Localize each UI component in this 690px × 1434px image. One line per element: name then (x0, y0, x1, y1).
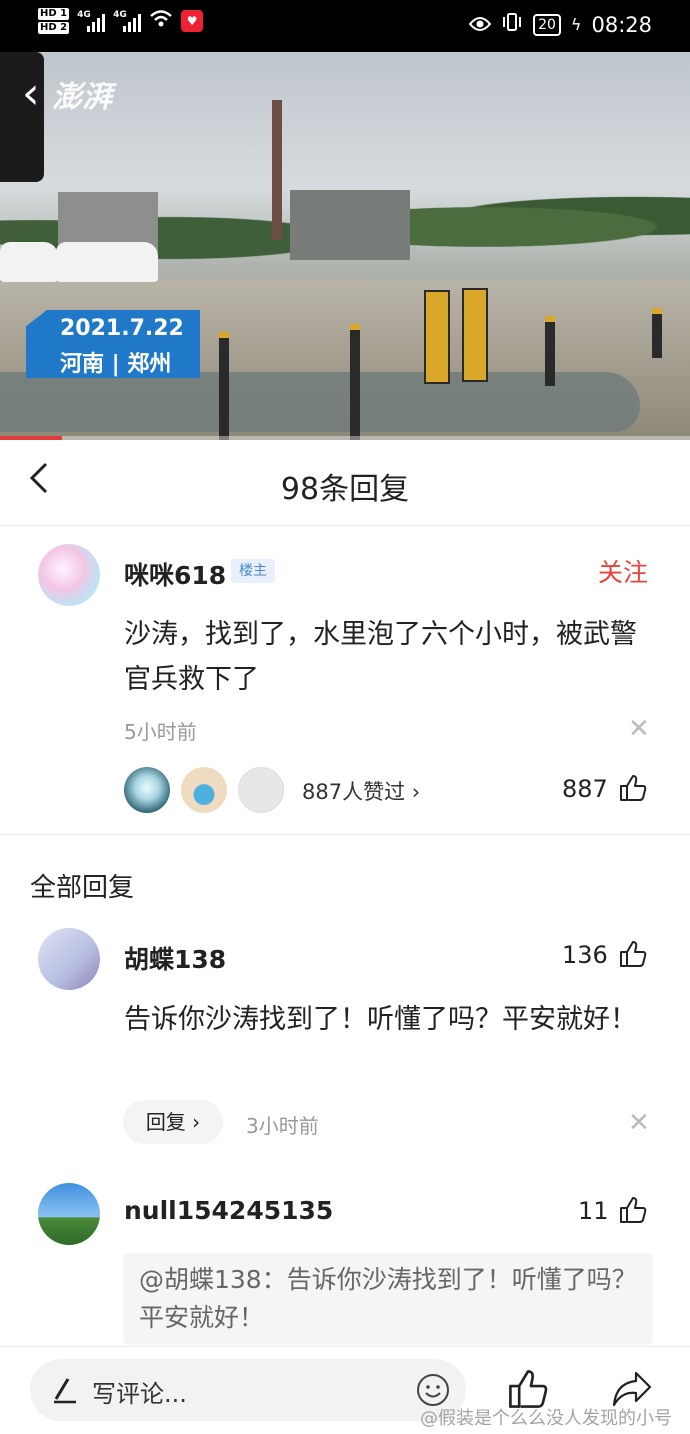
network-2-label: 4G (113, 10, 127, 20)
thumb-up-icon[interactable] (618, 939, 648, 969)
close-icon[interactable]: ✕ (628, 716, 650, 742)
reply-username[interactable]: 胡蝶138 (124, 940, 226, 976)
video-scene-post (350, 324, 360, 440)
emoji-icon[interactable] (416, 1373, 450, 1407)
edit-pen-icon (54, 1378, 76, 1404)
hd-indicator: HD 1 HD 2 (38, 8, 70, 34)
charging-icon: ϟ (570, 15, 582, 34)
reply-time: 3小时前 (246, 1114, 319, 1138)
vibrate-icon (501, 12, 523, 37)
liker-avatar[interactable] (238, 767, 284, 813)
hd2-label: HD 2 (38, 22, 70, 34)
main-comment-username[interactable]: 咪咪618 (124, 556, 226, 592)
follow-button[interactable]: 关注 (598, 553, 648, 589)
watermark: @假装是个么么没人发现的小号 (420, 1408, 672, 1429)
app-notification-icon: ♥ (181, 10, 204, 32)
eye-icon (468, 13, 492, 37)
video-date: 2021.7.22 (60, 316, 184, 341)
liker-avatar[interactable] (124, 767, 170, 813)
all-replies-title: 全部回复 (30, 873, 135, 903)
status-right: 20 ϟ 08:28 (468, 12, 652, 37)
owner-badge: 楼主 (231, 559, 275, 583)
video-scene-bollard (424, 290, 450, 384)
video-scene-car (0, 242, 58, 282)
video-back-icon[interactable]: ‹ (22, 72, 40, 116)
video-scene-post (652, 308, 662, 358)
video-logo: 澎湃 (52, 80, 112, 115)
quoted-reply-text: @胡蝶138：告诉你沙涛找到了！听懂了吗？平安就好！ (139, 1265, 637, 1332)
signal-1-icon: 4G (77, 10, 106, 32)
video-player[interactable]: ‹ 澎湃 2021.7.22 河南 | 郑州 (0, 52, 690, 440)
reply-like-count: 11 (578, 1197, 609, 1225)
video-scene-puddle (0, 372, 640, 432)
comment-input[interactable]: 写评论... (30, 1359, 466, 1421)
clock: 08:28 (591, 12, 652, 37)
video-location: 河南 | 郑州 (60, 352, 172, 377)
wifi-icon (149, 9, 173, 34)
video-scene-chimney (272, 100, 282, 240)
video-scene-police-car (56, 242, 158, 282)
replies-header: 98条回复 (0, 440, 690, 526)
reply-like-count: 136 (562, 941, 608, 969)
video-caption-tag: 2021.7.22 河南 | 郑州 (26, 310, 200, 378)
quoted-reply: @胡蝶138：告诉你沙涛找到了！听懂了吗？平安就好！ (123, 1253, 653, 1345)
video-scene-bollard (462, 288, 488, 382)
video-scene-post (219, 332, 229, 440)
divider (0, 834, 690, 835)
reply-username[interactable]: null154245135 (124, 1196, 333, 1225)
signal-2-icon: 4G (113, 10, 142, 32)
avatar[interactable] (38, 544, 100, 606)
main-comment-text: 沙涛，找到了，水里泡了六个小时，被武警官兵救下了 (124, 619, 637, 695)
avatar[interactable] (38, 928, 100, 990)
avatar[interactable] (38, 1183, 100, 1245)
video-scene-post (545, 316, 555, 386)
status-left: HD 1 HD 2 4G 4G ♥ (38, 8, 204, 34)
battery-indicator: 20 (533, 13, 561, 36)
thumb-up-icon[interactable] (618, 773, 648, 803)
reply-button[interactable]: 回复 › (123, 1100, 223, 1144)
main-like-count: 887 (562, 775, 608, 803)
reply-text: 告诉你沙涛找到了！听懂了吗？平安就好！ (124, 1004, 637, 1035)
page-title: 98条回复 (280, 472, 410, 507)
hd1-label: HD 1 (38, 8, 70, 20)
main-comment-time: 5小时前 (124, 720, 197, 744)
liker-avatar[interactable] (181, 767, 227, 813)
likers-link[interactable]: 887人赞过 › (302, 776, 420, 806)
network-1-label: 4G (77, 10, 91, 20)
status-bar: HD 1 HD 2 4G 4G ♥ 20 ϟ 08:28 (0, 0, 690, 52)
video-scene-building (290, 190, 410, 260)
close-icon[interactable]: ✕ (628, 1110, 650, 1136)
thumb-up-icon[interactable] (618, 1195, 648, 1225)
comment-placeholder: 写评论... (92, 1380, 187, 1408)
